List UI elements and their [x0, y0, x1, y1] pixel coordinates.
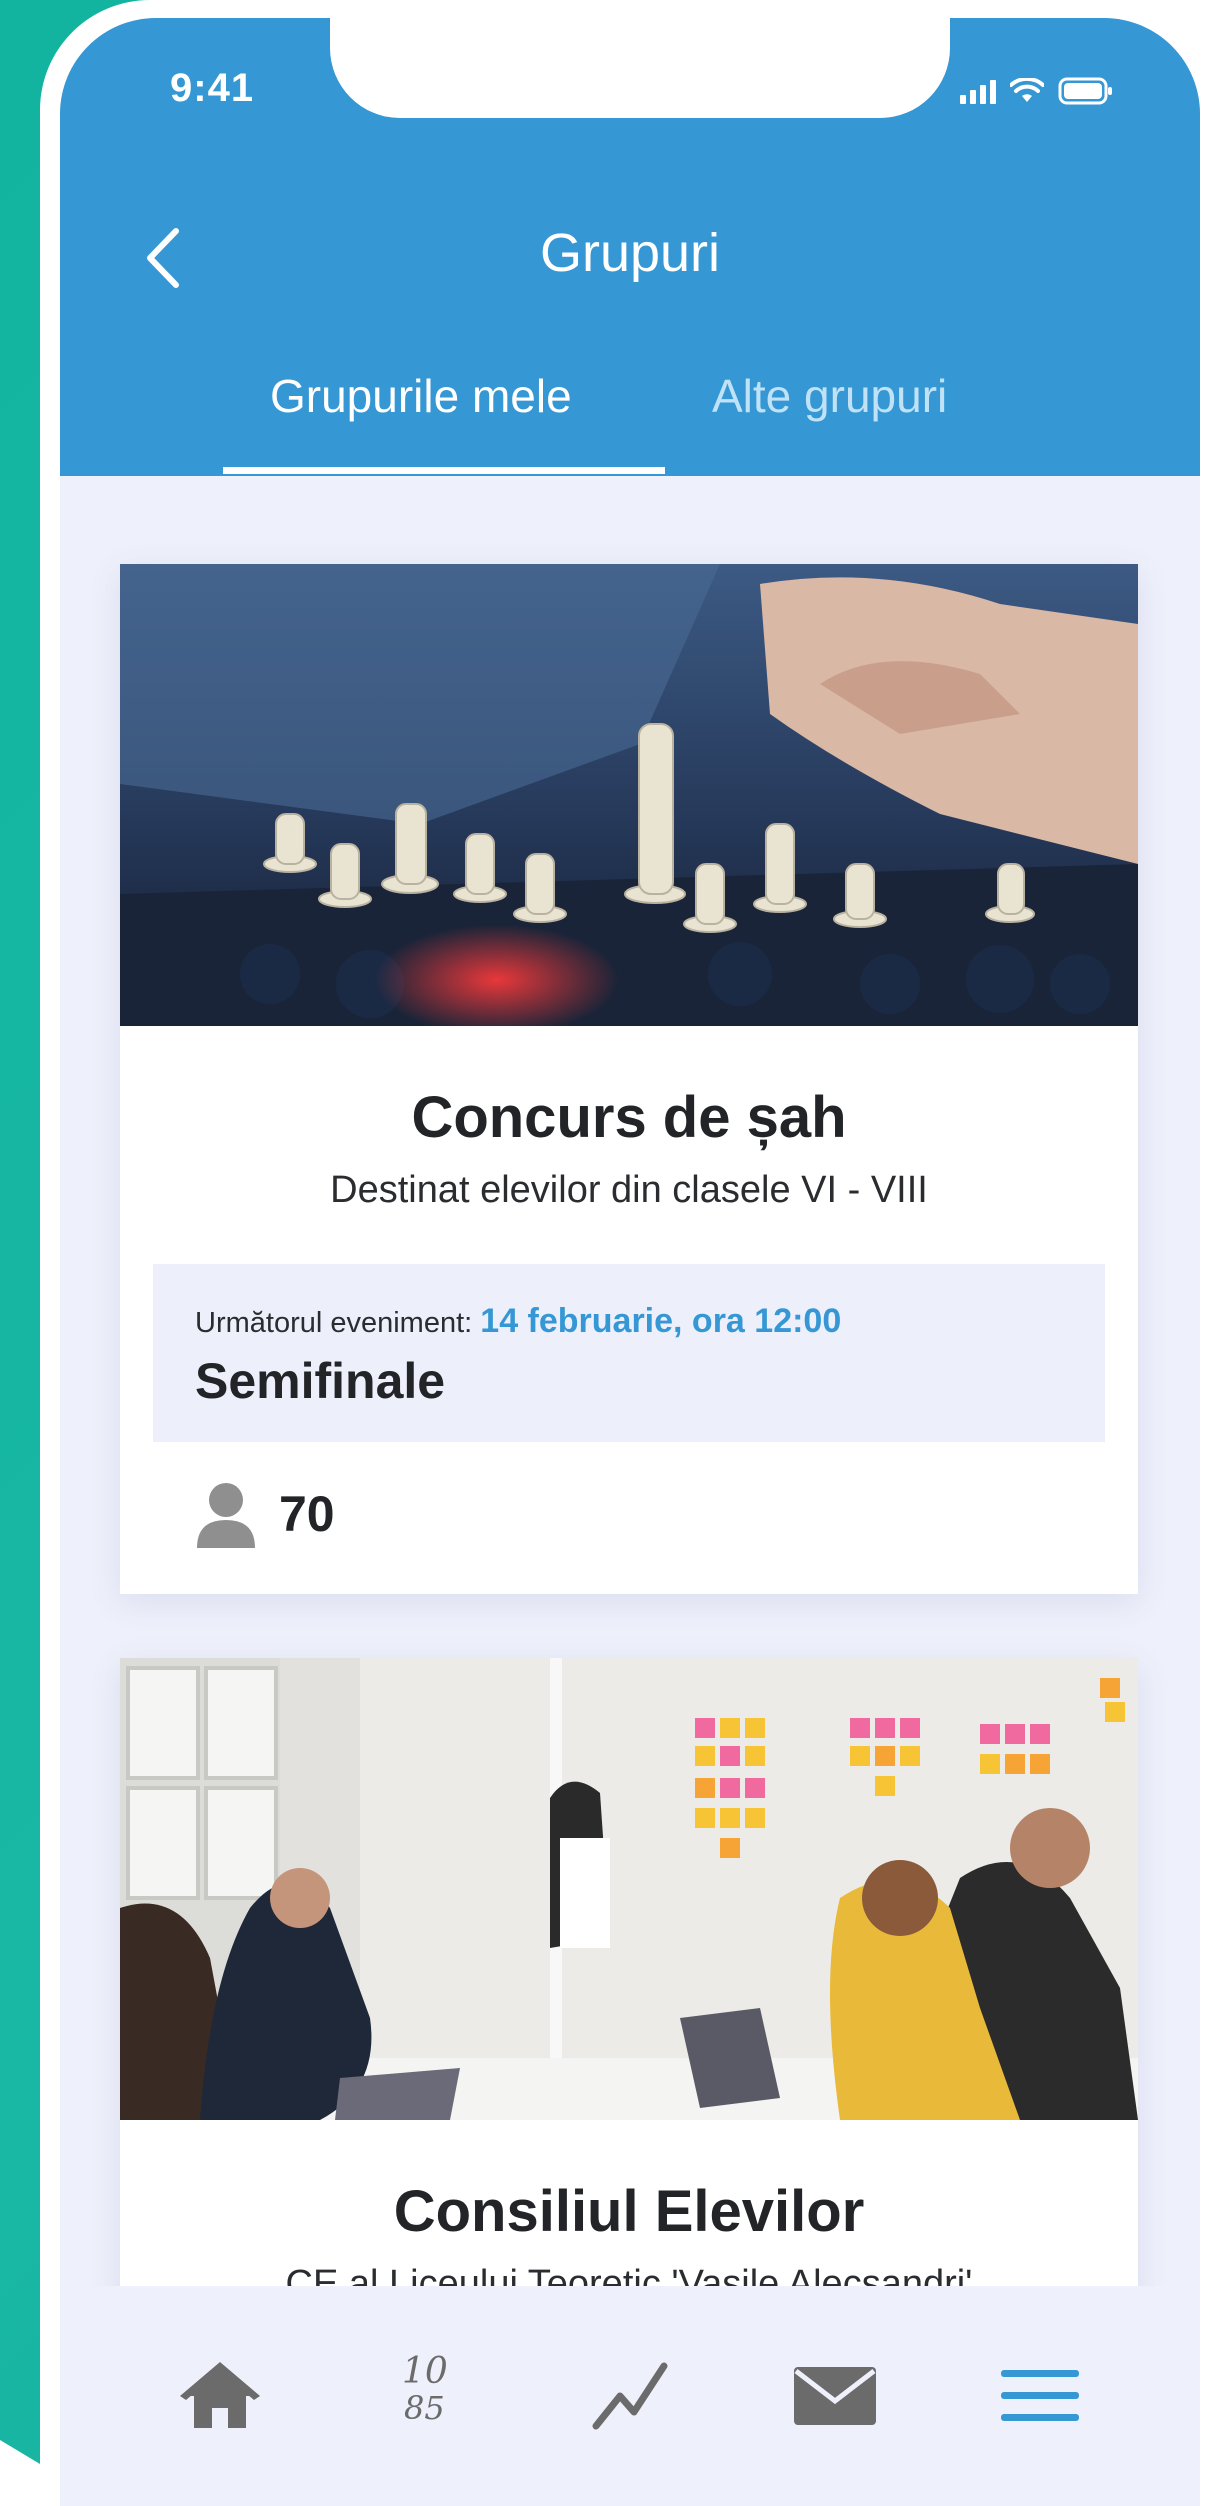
tab-other-groups[interactable]: Alte grupuri — [712, 366, 947, 426]
page-title: Grupuri — [539, 223, 721, 283]
event-date: 14 februarie, ora 12:00 — [480, 1302, 842, 1340]
chart-line-icon — [592, 2362, 668, 2430]
grades-icon: 10 85 — [390, 2351, 460, 2441]
phone-screen: 9:41 Grupuri Grupurile mele Alte grupuri… — [60, 18, 1200, 2506]
tab-my-groups[interactable]: Grupurile mele — [270, 366, 572, 426]
app-header: 9:41 Grupuri Grupurile mele Alte grupuri — [60, 18, 1200, 476]
signal-icon — [960, 78, 996, 104]
nav-grades[interactable]: 10 85 — [370, 2346, 480, 2446]
members-count: 70 — [279, 1486, 335, 1542]
nav-menu[interactable] — [985, 2346, 1095, 2446]
event-label-line: Următorul eveniment: 14 februarie, ora 1… — [195, 1302, 841, 1341]
home-icon — [180, 2362, 260, 2428]
mail-icon — [794, 2367, 876, 2425]
event-label: Următorul eveniment: — [195, 1307, 473, 1339]
bottom-navigation: 10 85 — [60, 2286, 1200, 2506]
members-count-row: 70 — [195, 1474, 335, 1554]
chess-photo — [120, 564, 1138, 1026]
status-time: 9:41 — [170, 66, 255, 110]
nav-statistics[interactable] — [575, 2346, 685, 2446]
phone-notch — [330, 18, 950, 118]
groups-list: Concurs de șah Destinat elevilor din cla… — [60, 476, 1200, 2286]
next-event[interactable]: Următorul eveniment: 14 februarie, ora 1… — [153, 1264, 1105, 1442]
menu-icon — [1001, 2370, 1079, 2421]
nav-messages[interactable] — [780, 2346, 890, 2446]
status-icons — [960, 76, 1114, 106]
event-name: Semifinale — [195, 1353, 446, 1409]
battery-icon — [1058, 77, 1114, 105]
group-subtitle: Destinat elevilor din clasele VI - VIII — [330, 1169, 928, 1211]
grades-icon-bottom: 85 — [404, 2389, 445, 2427]
group-card[interactable]: Concurs de șah Destinat elevilor din cla… — [120, 564, 1138, 1594]
meeting-photo — [120, 1658, 1138, 2120]
wifi-icon — [1010, 78, 1044, 104]
group-title: Consiliul Elevilor — [393, 2179, 865, 2244]
nav-home[interactable] — [165, 2346, 275, 2446]
group-title: Concurs de șah — [411, 1085, 847, 1150]
person-icon — [197, 1483, 255, 1548]
group-card[interactable]: Consiliul Elevilor CE al Liceului Teoret… — [120, 1658, 1138, 2286]
grades-icon-top: 10 — [402, 2351, 448, 2392]
active-tab-indicator — [223, 467, 665, 474]
group-subtitle: CE al Liceului Teoretic 'Vasile Alecsand… — [285, 2263, 973, 2286]
